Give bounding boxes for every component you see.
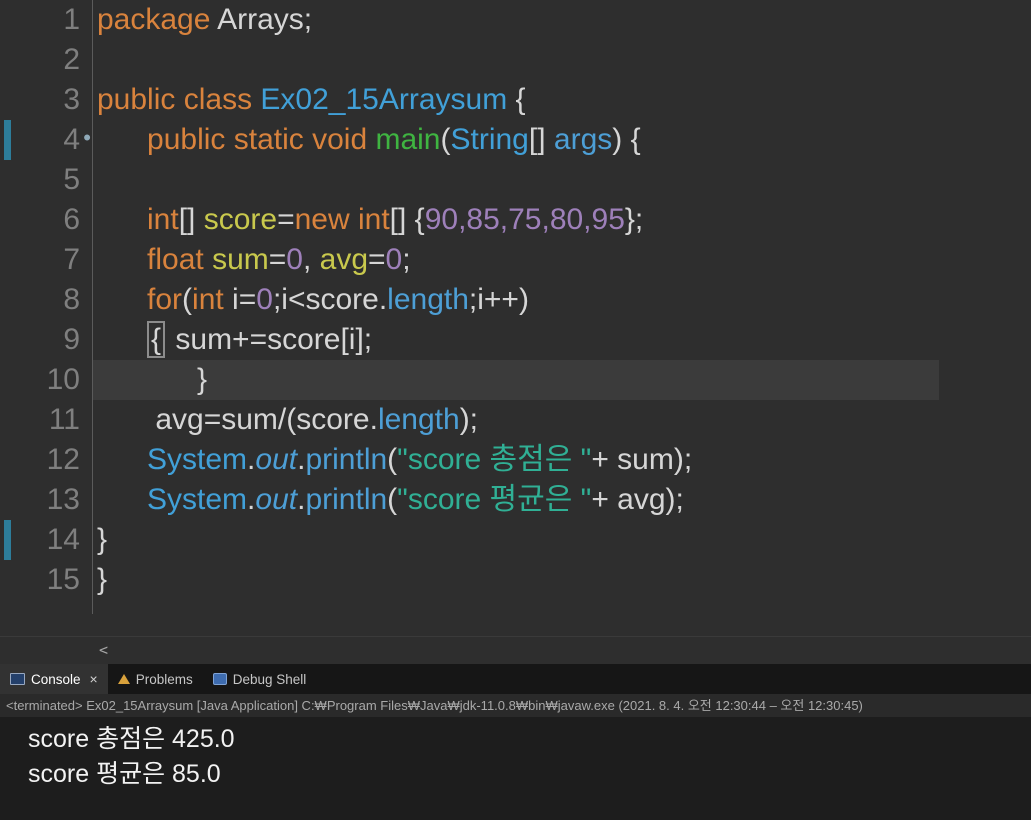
code-text[interactable]: avg=sum/(score.length); [93, 400, 939, 440]
tab-debug-shell[interactable]: Debug Shell [203, 664, 317, 694]
line-number[interactable]: 15 [14, 560, 92, 600]
console-icon [10, 673, 25, 685]
code-line[interactable]: 14} [0, 520, 1031, 560]
line-number[interactable]: 14 [14, 520, 92, 560]
code-line[interactable]: 1 package Arrays; [0, 0, 1031, 40]
code-text[interactable]: } [93, 560, 939, 600]
editor-lines: 1 package Arrays; 2 3 public class Ex02_15Ar… [0, 0, 1031, 600]
marker-bar [0, 360, 14, 400]
code-text[interactable]: package Arrays; [93, 0, 939, 40]
line-number[interactable]: 13 [14, 480, 92, 520]
terminated-status-text: <terminated> Ex02_15Arraysum [Java Appli… [6, 698, 863, 713]
line-marker-dot: • [83, 125, 91, 150]
code-line[interactable]: 11 avg=sum/(score.length); [0, 400, 1031, 440]
marker-bar [0, 280, 14, 320]
code-text[interactable]: System.out.println("score 평균은 "+ avg); [93, 480, 939, 520]
tab-label: Console [31, 671, 81, 687]
code-text[interactable]: } [93, 520, 939, 560]
marker-bar [0, 520, 14, 560]
code-text[interactable]: float sum=0, avg=0; [93, 240, 939, 280]
code-line[interactable]: 3 public class Ex02_15Arraysum { [0, 80, 1031, 120]
code-line[interactable]: 10 } [0, 360, 1031, 400]
change-marker [4, 520, 11, 560]
line-number[interactable]: 6 [14, 200, 92, 240]
line-number[interactable]: 11 [14, 400, 92, 440]
code-text[interactable] [93, 160, 939, 200]
tab-console[interactable]: Console × [0, 664, 108, 694]
line-number[interactable]: 10 [14, 360, 92, 400]
line-number[interactable]: 3 [14, 80, 92, 120]
marker-bar [0, 440, 14, 480]
console-output-line: score 총점은 425.0 [28, 725, 235, 753]
marker-bar [0, 0, 14, 40]
marker-bar [0, 160, 14, 200]
line-number[interactable]: 5 [14, 160, 92, 200]
code-line[interactable]: 15} [0, 560, 1031, 600]
console-output-line: score 평균은 85.0 [28, 760, 221, 788]
tab-label: Debug Shell [232, 671, 307, 687]
line-number[interactable]: 7 [14, 240, 92, 280]
code-line[interactable]: 4 • public static void main(String[] args… [0, 120, 1031, 160]
code-line[interactable]: 5 [0, 160, 1031, 200]
marker-bar [0, 560, 14, 600]
console-status-line: <terminated> Ex02_15Arraysum [Java Appli… [0, 694, 1031, 717]
marker-bar [0, 320, 14, 360]
code-line[interactable]: 13 System.out.println("score 평균은 "+ avg)… [0, 480, 1031, 520]
line-number[interactable]: 8 [14, 280, 92, 320]
code-text[interactable]: public class Ex02_15Arraysum { [93, 80, 939, 120]
code-text[interactable]: int[] score=new int[] {90,85,75,80,95}; [93, 200, 939, 240]
code-line[interactable]: 12 System.out.println("score 총점은 "+ sum)… [0, 440, 1031, 480]
marker-bar [0, 80, 14, 120]
code-text[interactable]: { sum+=score[i]; [93, 320, 939, 360]
tab-problems[interactable]: Problems [108, 664, 203, 694]
marker-bar [0, 400, 14, 440]
marker-bar [0, 480, 14, 520]
marker-bar [0, 40, 14, 80]
debug-shell-icon [212, 673, 227, 685]
problems-icon [117, 674, 130, 684]
console-output[interactable]: score 총점은 425.0 score 평균은 85.0 [0, 717, 1031, 820]
line-number[interactable]: 9 [14, 320, 92, 360]
code-line[interactable]: 9 { sum+=score[i]; [0, 320, 1031, 360]
code-line[interactable]: 8 for(int i=0;i<score.length;i++) [0, 280, 1031, 320]
tab-label: Problems [135, 671, 193, 687]
marker-bar [0, 120, 14, 160]
line-number[interactable]: 4 • [14, 120, 92, 160]
code-text[interactable] [93, 40, 939, 80]
code-text[interactable]: for(int i=0;i<score.length;i++) [93, 280, 939, 320]
close-icon[interactable]: × [90, 671, 98, 687]
gutter-separator [92, 0, 93, 614]
code-line[interactable]: 6 int[] score=new int[] {90,85,75,80,95}… [0, 200, 1031, 240]
horizontal-scrollbar[interactable]: < [0, 636, 1031, 664]
scroll-left-icon[interactable]: < [99, 641, 108, 659]
console-tabbar: Console × Problems Debug Shell [0, 664, 1031, 694]
marker-bar [0, 240, 14, 280]
code-text[interactable]: public static void main(String[] args) { [93, 120, 939, 160]
code-text[interactable]: System.out.println("score 총점은 "+ sum); [93, 440, 939, 480]
code-line[interactable]: 7 float sum=0, avg=0; [0, 240, 1031, 280]
marker-bar [0, 200, 14, 240]
code-text[interactable]: } [93, 360, 939, 400]
line-number[interactable]: 2 [14, 40, 92, 80]
line-number[interactable]: 1 [14, 0, 92, 40]
change-marker [4, 120, 11, 160]
code-line[interactable]: 2 [0, 40, 1031, 80]
code-editor[interactable]: 1 package Arrays; 2 3 public class Ex02_15Ar… [0, 0, 1031, 636]
line-number[interactable]: 12 [14, 440, 92, 480]
